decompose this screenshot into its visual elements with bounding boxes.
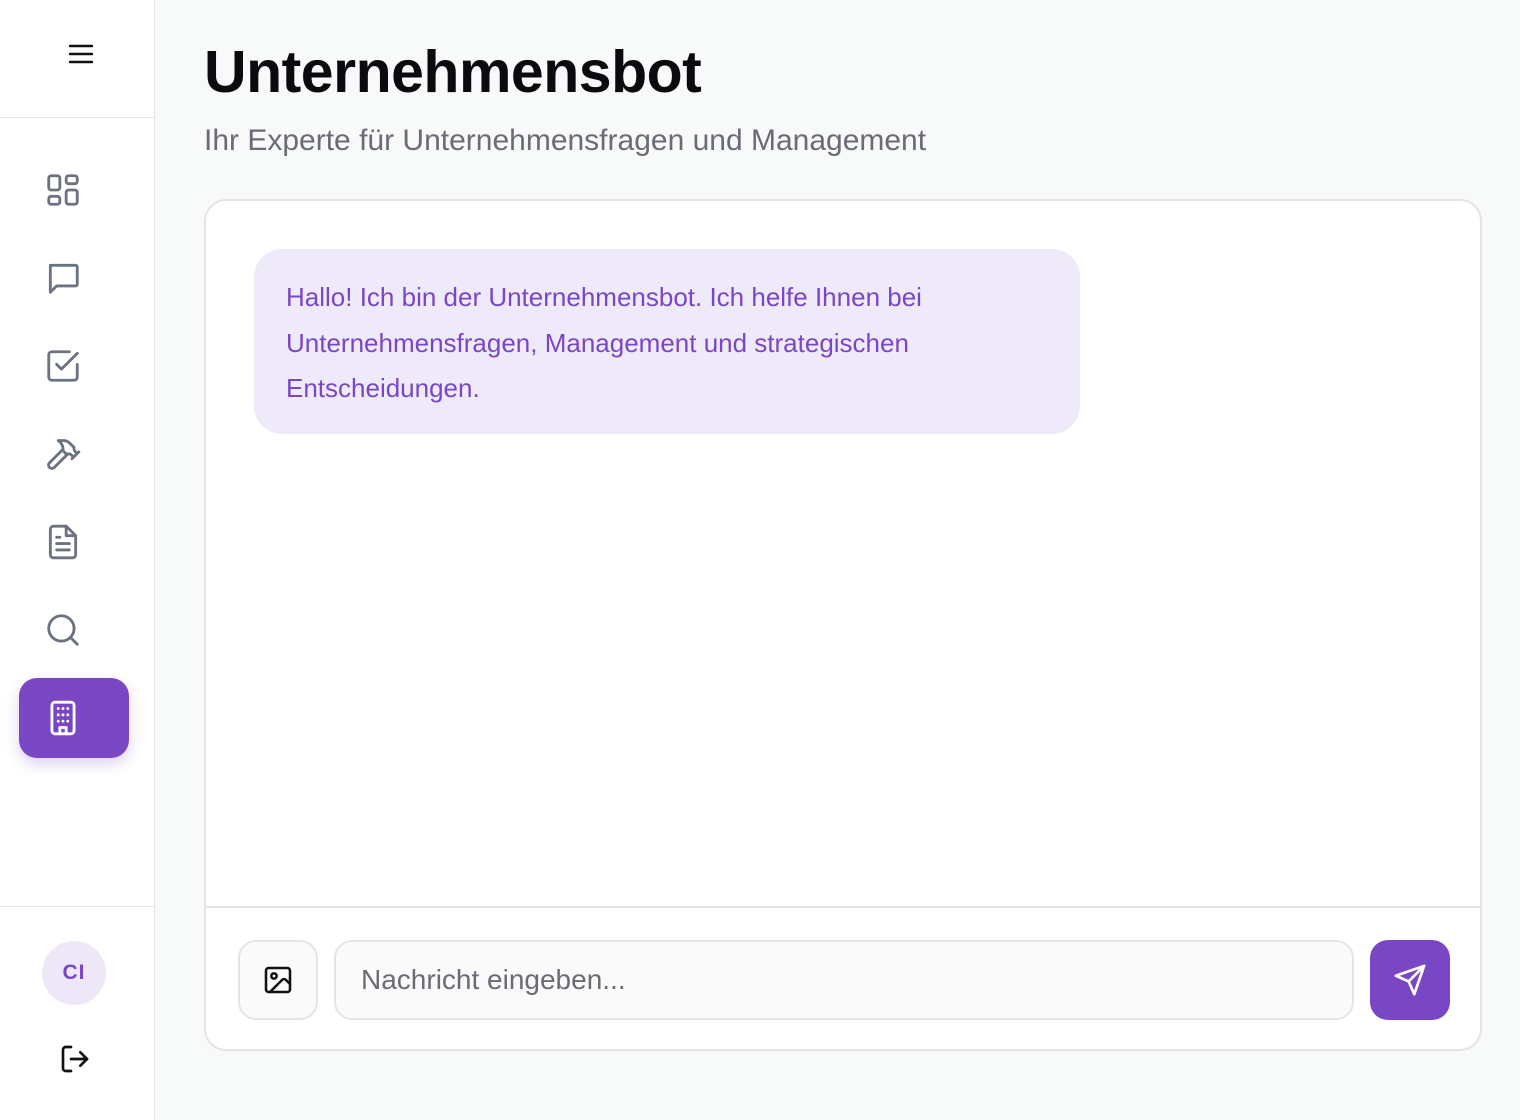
send-icon	[1394, 964, 1426, 996]
sidebar-item-company[interactable]	[19, 678, 129, 758]
logout-button[interactable]	[55, 1039, 95, 1079]
user-avatar[interactable]: CI	[42, 941, 106, 1005]
page-subtitle: Ihr Experte für Unternehmensfragen und M…	[204, 124, 927, 157]
checkbox-icon	[47, 350, 79, 382]
sidebar-footer: CI	[0, 906, 154, 1120]
sidebar-header	[0, 0, 154, 118]
sidebar-item-dashboard[interactable]	[19, 150, 129, 230]
building-icon	[50, 700, 76, 736]
logout-icon	[61, 1045, 89, 1073]
message-input[interactable]	[334, 940, 1354, 1020]
app-root: CI Unternehmensbot Ihr Experte für Unter…	[0, 0, 1520, 1120]
attach-image-button[interactable]	[238, 940, 318, 1020]
hamburger-menu-icon	[68, 44, 94, 64]
sidebar: CI	[0, 0, 155, 1120]
dashboard-grid-icon	[47, 174, 79, 206]
page-title: Unternehmensbot	[204, 39, 702, 105]
chat-panel: Hallo! Ich bin der Unternehmensbot. Ich …	[204, 199, 1482, 1051]
sidebar-item-chat[interactable]	[19, 238, 129, 318]
image-icon	[264, 966, 292, 994]
message-list: Hallo! Ich bin der Unternehmensbot. Ich …	[206, 201, 1480, 906]
chat-bubble-icon	[48, 263, 79, 294]
send-button[interactable]	[1370, 940, 1450, 1020]
sidebar-item-documents[interactable]	[19, 502, 129, 582]
menu-toggle-button[interactable]	[60, 33, 102, 75]
document-icon	[48, 524, 78, 560]
search-icon	[47, 614, 79, 646]
sidebar-item-search[interactable]	[19, 590, 129, 670]
message-composer	[206, 906, 1480, 1049]
hammer-icon	[47, 439, 81, 470]
bot-message-bubble: Hallo! Ich bin der Unternehmensbot. Ich …	[254, 249, 1080, 434]
sidebar-item-tools[interactable]	[19, 414, 129, 494]
sidebar-item-tasks[interactable]	[19, 326, 129, 406]
